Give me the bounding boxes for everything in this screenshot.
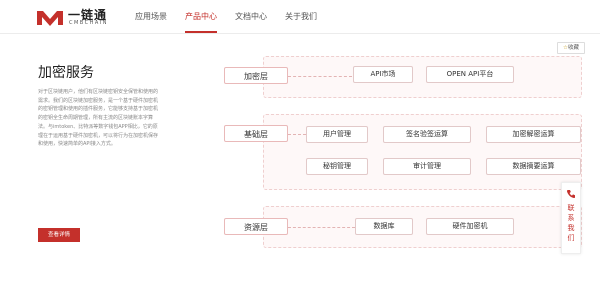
top-navbar: 一链通 CMBCHAIN 应用场景 产品中心 文档中心 关于我们 bbox=[0, 0, 600, 34]
nav-active-indicator bbox=[185, 31, 217, 33]
nav-item-scenarios[interactable]: 应用场景 bbox=[135, 11, 167, 22]
digest-computation-box: 数据摘要运算 bbox=[486, 158, 581, 175]
resource-layer-connector bbox=[288, 227, 355, 228]
contact-us-label: 联系我们 bbox=[567, 204, 575, 242]
nav-item-docs[interactable]: 文档中心 bbox=[235, 11, 267, 22]
brand-subtitle: CMBCHAIN bbox=[69, 20, 109, 26]
service-description: 对于区块链用户，他们有区块链密钥安全保管和使用的需求。我们的区块链加密服务，是一… bbox=[38, 89, 159, 148]
audit-management-box: 审计管理 bbox=[383, 158, 471, 175]
logo-mark-icon bbox=[37, 11, 63, 26]
encryption-layer-label: 加密层 bbox=[224, 67, 288, 84]
nav-item-products[interactable]: 产品中心 bbox=[185, 11, 217, 22]
favorite-button[interactable]: ☆收藏 bbox=[557, 42, 585, 54]
encryption-layer-connector bbox=[288, 76, 352, 77]
phone-icon bbox=[566, 190, 575, 199]
api-market-box: API市场 bbox=[353, 66, 413, 83]
favorite-label: 收藏 bbox=[567, 45, 579, 51]
base-layer-connector bbox=[288, 134, 306, 135]
encryption-layer-panel bbox=[263, 56, 582, 98]
contact-us-widget[interactable]: 联系我们 bbox=[561, 182, 581, 254]
key-management-box: 秘钥管理 bbox=[306, 158, 368, 175]
resource-layer-label: 资源层 bbox=[224, 218, 288, 235]
hardware-hsm-box: 硬件加密机 bbox=[426, 218, 514, 235]
open-api-platform-box: OPEN API平台 bbox=[426, 66, 514, 83]
sign-verify-box: 签名验签运算 bbox=[383, 126, 471, 143]
brand-logo[interactable]: 一链通 CMBCHAIN bbox=[36, 6, 126, 28]
user-management-box: 用户管理 bbox=[306, 126, 368, 143]
view-details-button[interactable]: 查看详情 bbox=[38, 228, 80, 242]
database-box: 数据库 bbox=[355, 218, 413, 235]
base-layer-label: 基础层 bbox=[224, 125, 288, 142]
page-title: 加密服务 bbox=[38, 65, 94, 81]
nav-item-about[interactable]: 关于我们 bbox=[285, 11, 317, 22]
encrypt-decrypt-box: 加密解密运算 bbox=[486, 126, 581, 143]
